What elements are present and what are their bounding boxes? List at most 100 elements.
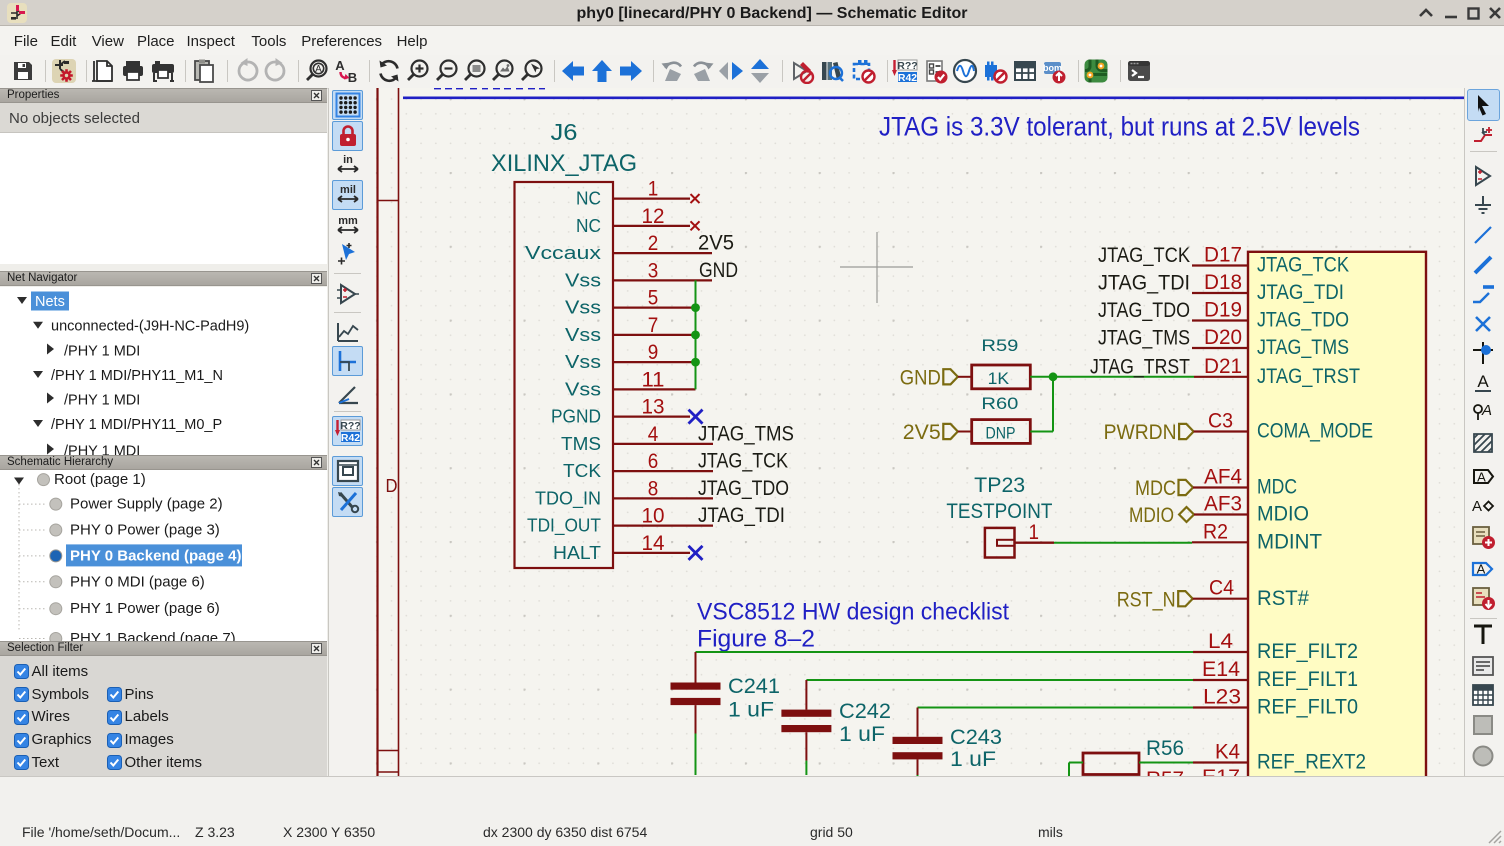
svg-text:REF_FILT0: REF_FILT0: [1257, 696, 1358, 719]
svg-text:R??: R??: [897, 60, 917, 72]
svg-text:REF_FILT1: REF_FILT1: [1257, 668, 1358, 691]
svg-text:J6: J6: [551, 119, 578, 145]
svg-text:Vss: Vss: [565, 270, 601, 290]
svg-text:R59: R59: [981, 337, 1018, 355]
svg-text:A: A: [1481, 402, 1492, 419]
svg-text:JTAG is 3.3V tolerant, but run: JTAG is 3.3V tolerant, but runs at 2.5V …: [879, 111, 1360, 141]
svg-text:MDIO: MDIO: [1129, 504, 1174, 527]
svg-text:REF_FILT2: REF_FILT2: [1257, 640, 1358, 663]
svg-text:PHY 0 MDI (page 6): PHY 0 MDI (page 6): [70, 573, 205, 590]
svg-text:JTAG_TDO: JTAG_TDO: [1098, 299, 1190, 322]
svg-text:A: A: [1472, 498, 1482, 515]
svg-text:PGND: PGND: [551, 407, 601, 427]
svg-text:D: D: [386, 476, 398, 496]
svg-text:E17: E17: [1202, 767, 1240, 776]
svg-text:/PHY 1 MDI/PHY11_M0_P: /PHY 1 MDI/PHY11_M0_P: [51, 417, 222, 433]
svg-text:JTAG_TDO: JTAG_TDO: [1257, 309, 1349, 332]
svg-text:/PHY 1 MDI: /PHY 1 MDI: [64, 444, 140, 456]
svg-text:D21: D21: [1204, 355, 1242, 378]
svg-text:9: 9: [648, 341, 659, 364]
svg-text:TMS: TMS: [561, 434, 601, 454]
svg-text:R57: R57: [1146, 769, 1184, 776]
svg-text:B: B: [348, 70, 357, 84]
svg-text:Root (page 1): Root (page 1): [54, 471, 146, 488]
svg-text:JTAG_TDI: JTAG_TDI: [698, 504, 785, 527]
svg-text:4: 4: [648, 423, 659, 446]
svg-text:1 uF: 1 uF: [728, 698, 774, 721]
svg-text:3: 3: [648, 259, 659, 282]
svg-text:TDO_IN: TDO_IN: [535, 488, 601, 509]
svg-text:PWRDN: PWRDN: [1104, 421, 1177, 444]
svg-text:6: 6: [648, 450, 659, 473]
svg-text:10: 10: [642, 505, 665, 528]
svg-text:1: 1: [1028, 521, 1039, 544]
svg-text:/PHY 1 MDI/PHY11_M1_N: /PHY 1 MDI/PHY11_M1_N: [51, 368, 223, 384]
svg-text:JTAG_TCK: JTAG_TCK: [1257, 254, 1349, 277]
svg-text:GND: GND: [900, 366, 941, 389]
svg-text:R2: R2: [1203, 520, 1228, 543]
svg-text:A: A: [1477, 470, 1486, 485]
svg-text:PHY 0 Power (page 3): PHY 0 Power (page 3): [70, 522, 220, 539]
svg-text:R42: R42: [340, 432, 359, 444]
svg-text:Vss: Vss: [565, 325, 601, 345]
svg-text:11: 11: [642, 368, 665, 391]
svg-text:2: 2: [648, 232, 659, 255]
svg-text:D17: D17: [1204, 244, 1242, 267]
svg-text:C3: C3: [1208, 410, 1233, 433]
svg-text:2V5: 2V5: [698, 232, 734, 255]
svg-text:PHY 1 Power (page 6): PHY 1 Power (page 6): [70, 600, 220, 617]
svg-text:MDIO: MDIO: [1257, 503, 1309, 526]
svg-text:13: 13: [642, 396, 665, 419]
svg-text:K4: K4: [1215, 741, 1240, 764]
svg-text:5: 5: [648, 287, 659, 310]
svg-text:GND: GND: [699, 259, 738, 282]
svg-text:1: 1: [648, 178, 659, 201]
svg-text:JTAG_TDI: JTAG_TDI: [1098, 272, 1190, 295]
svg-text:L23: L23: [1203, 686, 1241, 709]
svg-text:TCK: TCK: [563, 461, 601, 481]
svg-text:8: 8: [648, 477, 659, 500]
svg-text:Power Supply (page 2): Power Supply (page 2): [70, 496, 223, 513]
svg-text:Figure 8–2: Figure 8–2: [697, 626, 815, 653]
svg-text:MDC: MDC: [1135, 477, 1176, 500]
svg-text:Vss: Vss: [565, 379, 601, 399]
svg-text:A: A: [335, 58, 345, 73]
svg-text:A: A: [1477, 562, 1486, 577]
svg-text:COMA_MODE: COMA_MODE: [1257, 420, 1373, 443]
svg-text:DNP: DNP: [986, 424, 1016, 442]
svg-text:PHY 1 Backend (page 7): PHY 1 Backend (page 7): [70, 630, 236, 641]
svg-text:C243: C243: [950, 726, 1002, 749]
svg-text:JTAG_TRST: JTAG_TRST: [1257, 365, 1360, 388]
svg-text:TESTPOINT: TESTPOINT: [946, 500, 1052, 523]
svg-text:R56: R56: [1146, 737, 1184, 760]
svg-text:2V5: 2V5: [903, 421, 941, 444]
svg-text:D19: D19: [1204, 299, 1242, 322]
svg-text:R??: R??: [340, 420, 360, 432]
svg-text:TP23: TP23: [974, 474, 1025, 497]
svg-text:MDINT: MDINT: [1257, 531, 1322, 554]
svg-text:C4: C4: [1209, 577, 1234, 600]
svg-text:NC: NC: [576, 189, 601, 209]
svg-text:Vss: Vss: [565, 298, 601, 318]
svg-text:RST_N: RST_N: [1117, 588, 1176, 611]
svg-text:Vss: Vss: [565, 352, 601, 372]
svg-text:NC: NC: [576, 216, 601, 236]
svg-text:/PHY 1 MDI: /PHY 1 MDI: [64, 344, 140, 360]
svg-text:unconnected-(J9H-NC-PadH9): unconnected-(J9H-NC-PadH9): [51, 319, 249, 335]
svg-text:1 uF: 1 uF: [839, 723, 885, 746]
svg-text:JTAG_TMS: JTAG_TMS: [698, 422, 794, 445]
svg-text:mm: mm: [338, 215, 358, 227]
svg-text:/PHY 1 MDI: /PHY 1 MDI: [64, 393, 140, 409]
svg-text:TDI_OUT: TDI_OUT: [527, 516, 601, 537]
svg-text:D18: D18: [1204, 271, 1242, 294]
svg-text:C242: C242: [839, 700, 891, 723]
svg-text:VSC8512 HW design checklist: VSC8512 HW design checklist: [697, 599, 1009, 626]
svg-text:MDC: MDC: [1257, 476, 1297, 499]
svg-text:14: 14: [642, 532, 665, 555]
svg-text:JTAG_TCK: JTAG_TCK: [1098, 244, 1190, 267]
svg-text:RST#: RST#: [1257, 587, 1309, 610]
svg-text:R60: R60: [981, 395, 1018, 413]
svg-text:in: in: [343, 154, 353, 166]
svg-text:Nets: Nets: [35, 294, 65, 310]
svg-text:A: A: [315, 64, 322, 75]
